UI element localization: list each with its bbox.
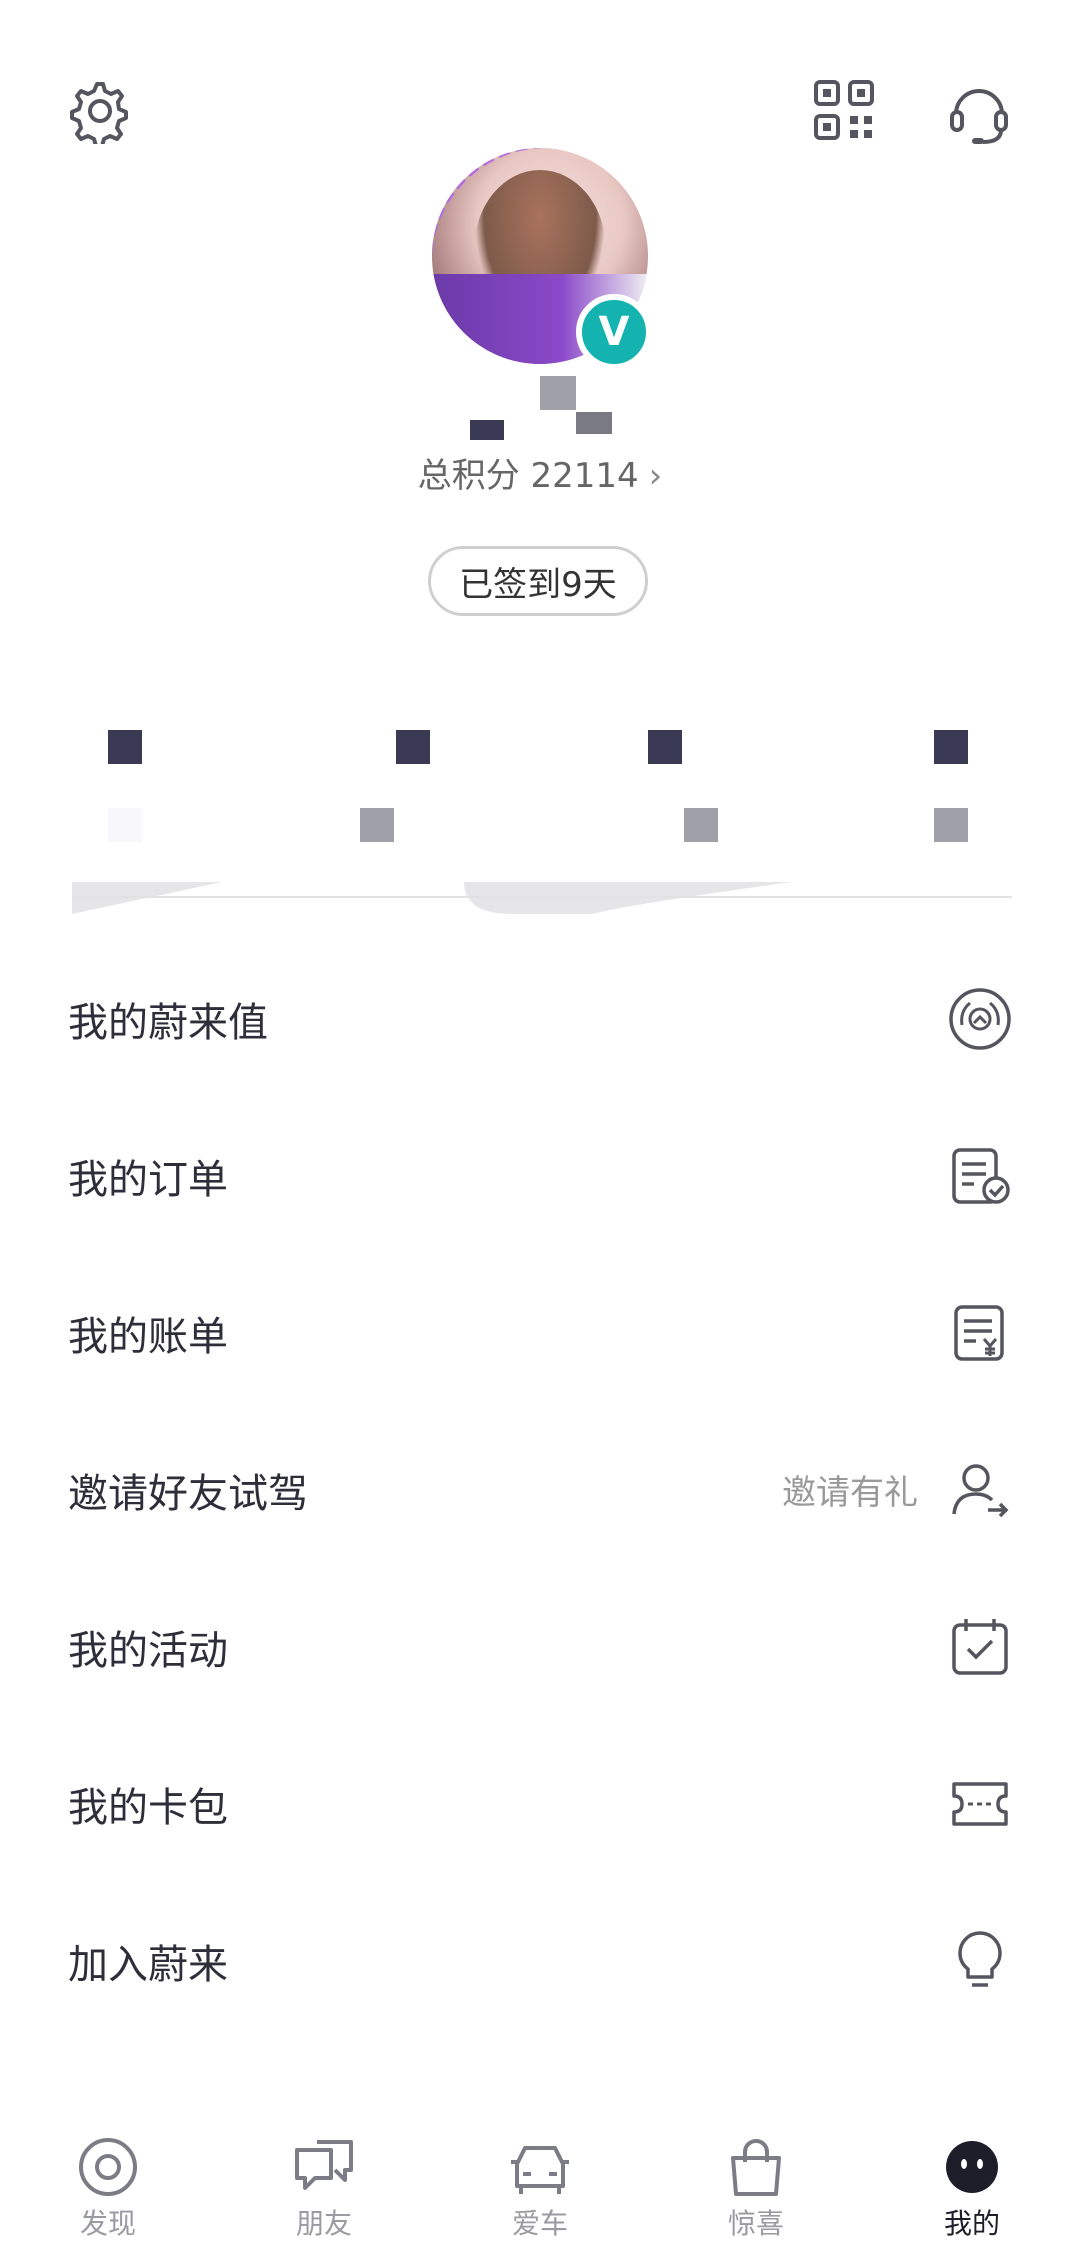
nav-item-discover[interactable]: 发现 bbox=[0, 2118, 216, 2249]
car-icon bbox=[507, 2136, 573, 2198]
menu-item-nio-value[interactable]: 我的蔚来值 bbox=[0, 940, 1080, 1097]
chat-icon bbox=[293, 2136, 355, 2198]
divider-shape bbox=[72, 882, 1012, 914]
menu-item-invite-test-drive[interactable]: 邀请好友试驾 邀请有礼 bbox=[0, 1411, 1080, 1568]
nav-label: 惊喜 bbox=[727, 2207, 784, 2240]
checkin-button[interactable]: 已签到9天 bbox=[428, 546, 648, 616]
nav-label: 爱车 bbox=[511, 2207, 568, 2240]
nav-item-surprise[interactable]: 惊喜 bbox=[648, 2118, 864, 2249]
settings-gear-icon[interactable] bbox=[64, 78, 130, 144]
invite-user-icon bbox=[948, 1458, 1012, 1522]
bottom-nav: 发现 朋友 爱车 惊喜 我的 bbox=[0, 2118, 1080, 2249]
menu-item-label: 我的活动 bbox=[68, 1627, 228, 1674]
stats-redacted bbox=[0, 730, 1080, 860]
menu-item-label: 加入蔚来 bbox=[68, 1941, 228, 1988]
menu-item-join-nio[interactable]: 加入蔚来 bbox=[0, 1882, 1080, 2039]
menu-item-label: 我的订单 bbox=[68, 1156, 228, 1203]
total-points-label: 总积分 22114 bbox=[417, 456, 639, 496]
card-wallet-icon bbox=[948, 1772, 1012, 1836]
nav-item-me[interactable]: 我的 bbox=[864, 2118, 1080, 2249]
menu-item-label: 我的蔚来值 bbox=[68, 999, 268, 1046]
menu-item-label: 邀请好友试驾 bbox=[68, 1470, 308, 1517]
invite-reward-hint: 邀请有礼 bbox=[782, 1473, 918, 1513]
discover-icon bbox=[77, 2136, 139, 2198]
chevron-right-icon: › bbox=[648, 456, 663, 496]
menu-item-label: 我的卡包 bbox=[68, 1784, 228, 1831]
nav-label: 我的 bbox=[943, 2207, 1000, 2240]
menu-list: 我的蔚来值 我的订单 我的账单 邀请好友试驾 邀请有礼 我的活动 我的卡包 加入… bbox=[0, 940, 1080, 2039]
lightbulb-icon bbox=[948, 1929, 1012, 1993]
me-icon bbox=[941, 2136, 1003, 2198]
menu-item-card-wallet[interactable]: 我的卡包 bbox=[0, 1725, 1080, 1882]
menu-item-orders[interactable]: 我的订单 bbox=[0, 1097, 1080, 1254]
nav-label: 朋友 bbox=[295, 2207, 352, 2240]
verified-badge: V bbox=[576, 294, 652, 370]
menu-item-activities[interactable]: 我的活动 bbox=[0, 1568, 1080, 1725]
activity-icon bbox=[948, 1615, 1012, 1679]
nav-item-car[interactable]: 爱车 bbox=[432, 2118, 648, 2249]
nio-value-icon bbox=[948, 987, 1012, 1051]
menu-item-label: 我的账单 bbox=[68, 1313, 228, 1360]
menu-item-bills[interactable]: 我的账单 bbox=[0, 1254, 1080, 1411]
bill-icon bbox=[948, 1301, 1012, 1365]
total-points[interactable]: 总积分 22114 › bbox=[0, 448, 1080, 497]
nav-item-friends[interactable]: 朋友 bbox=[216, 2118, 432, 2249]
qr-code-icon[interactable] bbox=[812, 78, 876, 142]
headset-icon[interactable] bbox=[944, 78, 1014, 148]
nav-label: 发现 bbox=[79, 2207, 136, 2240]
order-icon bbox=[948, 1144, 1012, 1208]
shopping-bag-icon bbox=[725, 2136, 787, 2198]
username-redacted bbox=[470, 376, 620, 440]
